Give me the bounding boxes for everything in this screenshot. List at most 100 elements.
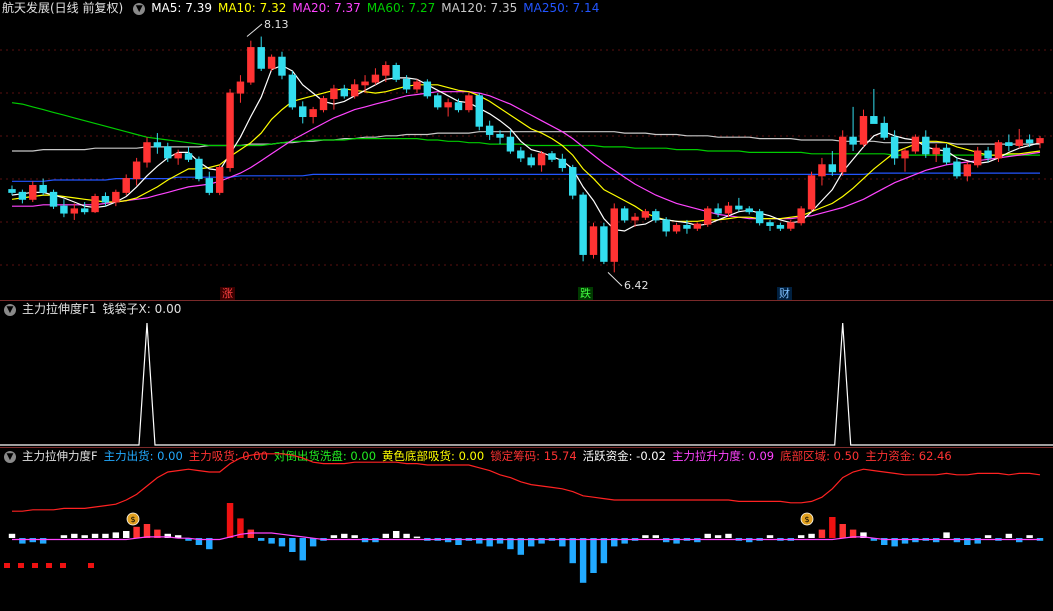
candle-up: [226, 92, 234, 169]
sub2-bar-down: [600, 538, 608, 564]
candle-down: [953, 161, 961, 177]
candle-up: [247, 47, 255, 83]
sub2-bar-down: [621, 538, 628, 544]
candle-up: [350, 84, 359, 97]
candle-down: [164, 146, 172, 159]
candle-down: [195, 158, 203, 180]
sub2-pane[interactable]: ▼ 主力拉伸力度F 主力出货: 0.00 主力吸货: 0.00 对倒出货洗盘: …: [0, 448, 1053, 611]
candle-down: [340, 88, 349, 97]
sub2-bar-up: [839, 524, 846, 538]
candle-down: [496, 133, 504, 138]
candle-up: [703, 208, 712, 225]
candle-down: [205, 178, 214, 193]
candle-down: [870, 116, 878, 124]
sub2-bar-up: [797, 535, 805, 538]
main-chart-pane[interactable]: 航天发展(日线 前复权) ▼ MA5: 7.39 MA10: 7.32 MA20…: [0, 0, 1053, 300]
sub2-bar-up: [808, 533, 815, 538]
candlestick-chart[interactable]: [0, 0, 1053, 300]
candle-up: [215, 167, 224, 193]
candle-down: [652, 211, 660, 221]
candle-down: [18, 191, 27, 200]
money-bag-icon: $: [800, 512, 814, 526]
sub2-bar-up: [984, 535, 992, 538]
candle-up: [973, 150, 982, 166]
sub2-red-dot: [18, 563, 24, 568]
candle-down: [527, 157, 535, 166]
sub2-bar-down: [19, 538, 26, 544]
sub2-bar-down: [299, 538, 306, 561]
money-bag-symbol: $: [130, 515, 135, 524]
candle-down: [828, 164, 837, 173]
sub2-bar-up: [60, 535, 68, 538]
sub2-bar-down: [496, 538, 504, 544]
sub2-bar-down: [268, 538, 275, 544]
high-price-label: 8.13: [264, 18, 289, 31]
candle-up: [672, 224, 681, 232]
candle-up: [994, 142, 1003, 159]
sub2-bar-up: [818, 529, 826, 538]
sub2-bar-up: [642, 535, 649, 538]
candle-up: [413, 81, 421, 90]
candle-down: [39, 184, 47, 193]
sub2-bar-up: [403, 533, 410, 538]
candle-up: [589, 226, 598, 255]
candle-down: [849, 136, 857, 145]
sub2-bar-up: [341, 533, 348, 538]
candle-down: [548, 153, 556, 160]
candle-up: [371, 74, 380, 83]
candle-up: [382, 65, 390, 76]
sub2-bar-up: [226, 503, 234, 538]
sub2-red-dot: [60, 563, 66, 568]
candle-up: [797, 208, 805, 224]
candle-up: [724, 205, 733, 214]
candle-down: [714, 208, 722, 214]
sub1-chart[interactable]: [0, 301, 1053, 446]
candle-down: [434, 95, 442, 108]
sub2-bar-up: [102, 533, 109, 538]
candle-down: [735, 205, 743, 210]
candle-up: [1036, 138, 1044, 144]
candle-up: [330, 88, 338, 100]
candle-down: [153, 142, 162, 148]
candle-down: [49, 191, 58, 207]
sub2-bar-down: [289, 538, 296, 552]
sub2-bar-up: [704, 533, 711, 538]
candle-down: [506, 136, 515, 152]
candle-up: [911, 136, 920, 152]
candle-up: [641, 211, 650, 218]
candle-down: [485, 125, 494, 135]
candle-up: [901, 150, 909, 159]
candle-down: [278, 56, 286, 76]
sub2-bar-down: [309, 538, 317, 547]
sub2-bar-down: [517, 538, 525, 555]
candle-up: [693, 223, 702, 229]
candle-down: [984, 150, 992, 159]
die-marker: 跌: [578, 287, 593, 300]
candle-down: [517, 150, 525, 159]
candle-down: [402, 78, 411, 90]
money-bag-symbol: $: [804, 515, 809, 524]
candle-up: [132, 161, 141, 180]
candle-down: [766, 222, 774, 226]
sub1-pane[interactable]: ▼ 主力拉伸度F1 钱袋子X: 0.00: [0, 301, 1053, 446]
cai-marker: 财: [777, 287, 792, 300]
high-pointer: [246, 23, 263, 37]
money-bag-icon: $: [126, 512, 140, 526]
candle-up: [932, 147, 940, 155]
candle-up: [838, 136, 847, 173]
candle-up: [537, 153, 546, 166]
sub2-red-dot: [4, 563, 10, 568]
sub2-bar-up: [652, 535, 660, 538]
candle-down: [579, 194, 587, 255]
candle-down: [8, 189, 16, 193]
candle-up: [787, 222, 795, 229]
sub2-chart[interactable]: $ $: [0, 448, 1053, 611]
candle-up: [91, 196, 99, 213]
sub2-red-dot: [88, 563, 94, 568]
candle-up: [143, 142, 151, 163]
sub2-bar-up: [392, 531, 400, 538]
candle-down: [942, 147, 951, 163]
sub2-red-dot: [46, 563, 52, 568]
candle-up: [465, 95, 473, 111]
candle-down: [80, 208, 89, 213]
